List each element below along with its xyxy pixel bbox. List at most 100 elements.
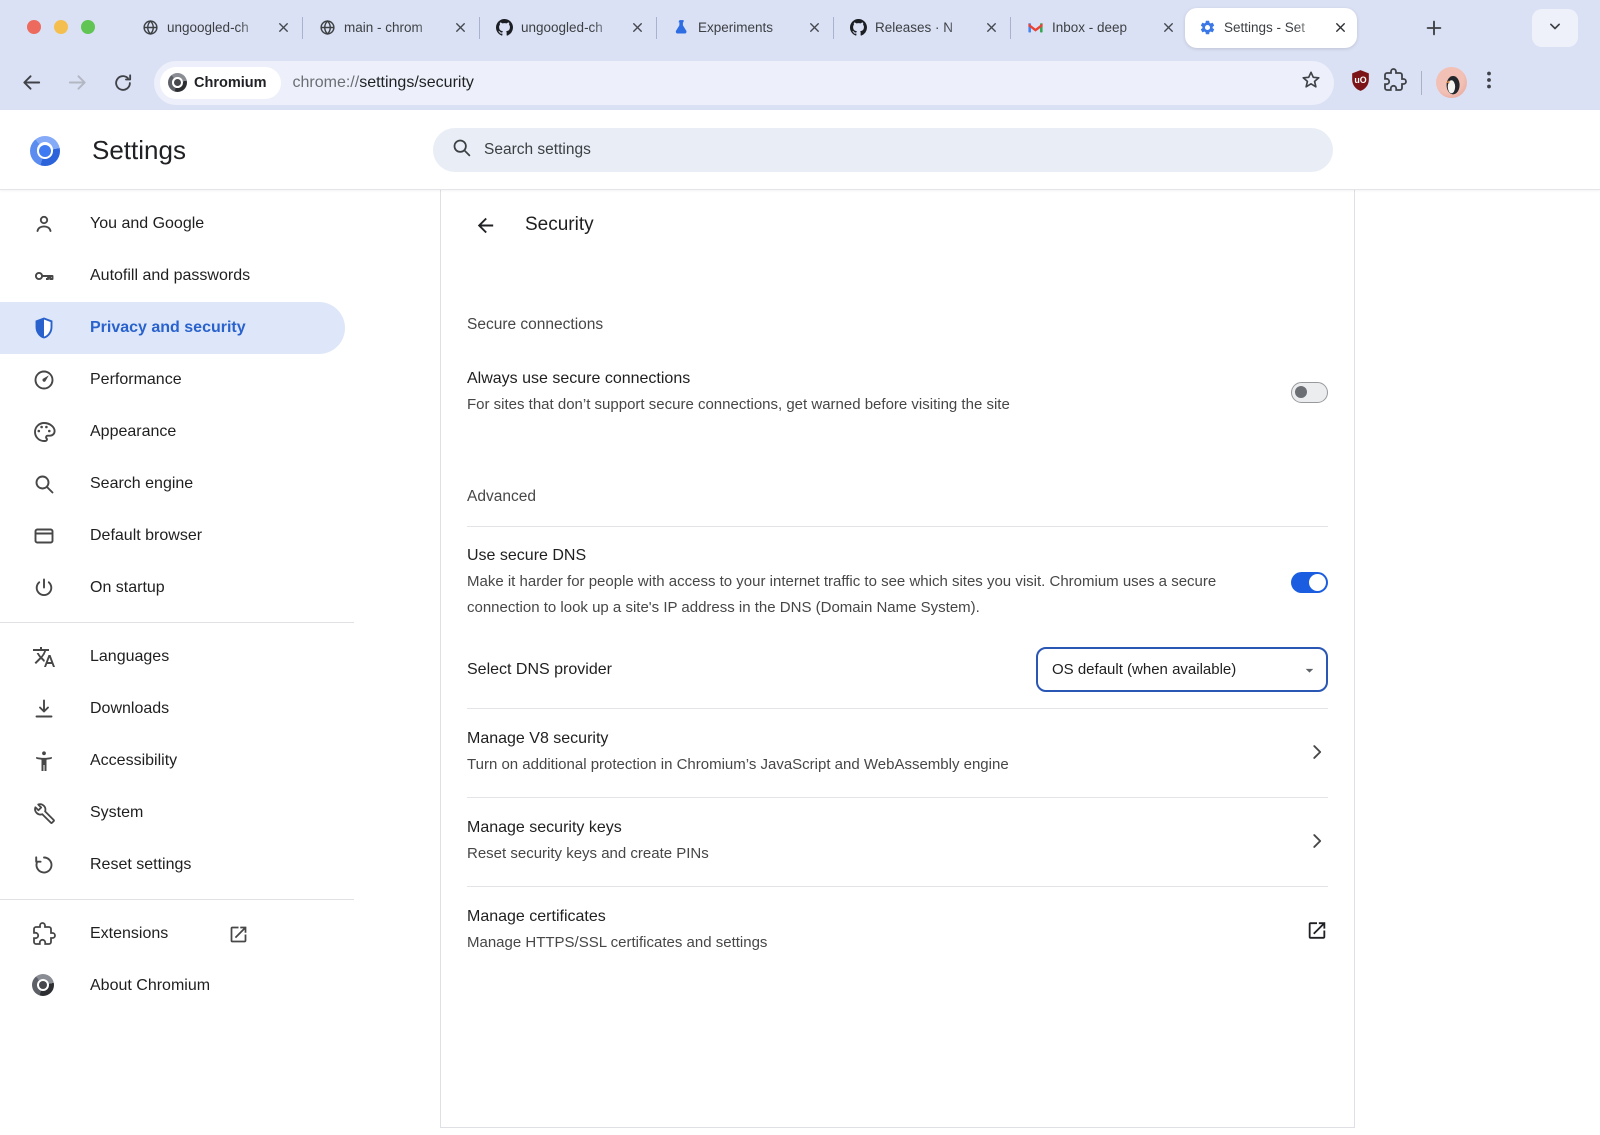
wrench-icon [32,801,56,825]
security-page-title: Security [525,214,594,236]
close-tab-icon[interactable] [1331,19,1349,37]
puzzle-icon [32,922,56,946]
sidebar-item-label: You and Google [90,215,204,233]
close-tab-icon[interactable] [1159,19,1177,37]
back-button[interactable] [14,66,48,100]
sidebar-item-label: Search engine [90,475,193,493]
row-title: Use secure DNS [467,543,1291,569]
close-window-button[interactable] [27,20,41,34]
close-tab-icon[interactable] [805,19,823,37]
profile-avatar[interactable] [1436,67,1467,98]
back-arrow-button[interactable] [467,207,503,243]
restore-icon [32,853,56,877]
dns-provider-row: Select DNS provider OS default (when ava… [467,631,1328,708]
tab-settings-active[interactable]: Settings - Set [1185,8,1357,48]
manage-v8-row[interactable]: Manage V8 security Turn on additional pr… [467,708,1328,797]
tab-inbox[interactable]: Inbox - deep [1013,8,1185,48]
sidebar-item-label: Default browser [90,527,202,545]
dns-provider-label-wrap: Select DNS provider [467,657,1036,683]
tab-ungoogled-1[interactable]: ungoogled-ch [128,8,300,48]
sidebar-divider [0,899,354,900]
tab-ungoogled-2[interactable]: ungoogled-ch [482,8,654,48]
sidebar-item-downloads[interactable]: Downloads [0,683,440,735]
sidebar-item-system[interactable]: System [0,787,440,839]
sidebar-item-privacy-security[interactable]: Privacy and security [0,302,345,354]
manage-certificates-row[interactable]: Manage certificates Manage HTTPS/SSL cer… [467,886,1328,975]
close-tab-icon[interactable] [274,19,292,37]
bookmark-star-icon[interactable] [1300,69,1322,96]
sidebar-item-search-engine[interactable]: Search engine [0,458,440,510]
sidebar-item-label: System [90,804,143,822]
row-title: Manage V8 security [467,726,1306,752]
sidebar-divider [0,622,354,623]
tab-separator [479,17,480,39]
site-chip-label: Chromium [194,75,267,91]
sidebar-item-label: On startup [90,579,165,597]
tab-search-button[interactable] [1532,9,1578,47]
svg-text:uO: uO [1354,75,1366,85]
gmail-icon [1027,19,1044,36]
minimize-window-button[interactable] [54,20,68,34]
tab-releases[interactable]: Releases · N [836,8,1008,48]
browser-window-icon [32,524,56,548]
tab-main-chromium[interactable]: main - chrom [305,8,477,48]
settings-brand: Settings [30,135,186,166]
toggle-knob [1295,386,1307,398]
tab-experiments[interactable]: Experiments [659,8,831,48]
forward-button[interactable] [60,66,94,100]
github-icon [496,19,513,36]
tab-separator [656,17,657,39]
secure-dns-toggle[interactable] [1291,572,1328,593]
close-tab-icon[interactable] [982,19,1000,37]
dns-provider-label: Select DNS provider [467,657,1036,683]
always-secure-toggle[interactable] [1291,382,1328,403]
sidebar-item-extensions[interactable]: Extensions [0,908,440,960]
close-tab-icon[interactable] [451,19,469,37]
zoom-window-button[interactable] [81,20,95,34]
sidebar-item-accessibility[interactable]: Accessibility [0,735,440,787]
key-icon [32,264,56,288]
extensions-puzzle-icon[interactable] [1383,68,1407,97]
tab-title: Inbox - deep [1052,20,1151,35]
sidebar-item-appearance[interactable]: Appearance [0,406,440,458]
manage-security-keys-row[interactable]: Manage security keys Reset security keys… [467,797,1328,886]
sidebar-item-you-and-google[interactable]: You and Google [0,198,440,250]
dns-provider-select[interactable]: OS default (when available) [1036,647,1328,692]
menu-kebab-icon[interactable] [1477,68,1501,97]
external-link-icon [228,924,249,945]
tab-separator [302,17,303,39]
manage-security-keys-text: Manage security keys Reset security keys… [467,815,1306,867]
tab-title: main - chrom [344,20,443,35]
secure-dns-text: Use secure DNS Make it harder for people… [467,543,1291,621]
always-secure-row[interactable]: Always use secure connections For sites … [467,366,1328,428]
row-description: For sites that don’t support secure conn… [467,392,1291,418]
new-tab-button[interactable] [1418,12,1450,44]
row-title: Always use secure connections [467,366,1291,392]
sidebar-item-performance[interactable]: Performance [0,354,440,406]
search-input[interactable] [484,141,1315,159]
secure-dns-row[interactable]: Use secure DNS Make it harder for people… [467,526,1328,631]
download-icon [32,697,56,721]
tab-strip: ungoogled-ch main - chrom ungoogled-ch [0,0,1600,55]
tabs: ungoogled-ch main - chrom ungoogled-ch [128,0,1357,55]
sidebar-item-on-startup[interactable]: On startup [0,562,440,614]
address-bar[interactable]: Chromium chrome://settings/security [154,61,1334,105]
flask-icon [673,19,690,36]
ublock-extension-icon[interactable]: uO [1348,68,1373,98]
reload-button[interactable] [106,66,140,100]
site-chip[interactable]: Chromium [160,67,281,99]
sidebar-item-about-chromium[interactable]: About Chromium [0,960,440,1012]
sidebar-item-autofill[interactable]: Autofill and passwords [0,250,440,302]
sidebar-item-reset-settings[interactable]: Reset settings [0,839,440,891]
search-icon [451,137,472,163]
close-tab-icon[interactable] [628,19,646,37]
settings-sidebar: You and Google Autofill and passwords Pr… [0,190,440,1135]
sidebar-item-languages[interactable]: Languages [0,631,440,683]
chevron-down-icon [1545,16,1565,41]
row-title: Manage certificates [467,904,1306,930]
browser-toolbar: Chromium chrome://settings/security uO [0,55,1600,110]
row-description: Manage HTTPS/SSL certificates and settin… [467,930,1306,956]
sidebar-item-label: Extensions [90,925,168,943]
settings-search[interactable] [433,128,1333,172]
sidebar-item-default-browser[interactable]: Default browser [0,510,440,562]
